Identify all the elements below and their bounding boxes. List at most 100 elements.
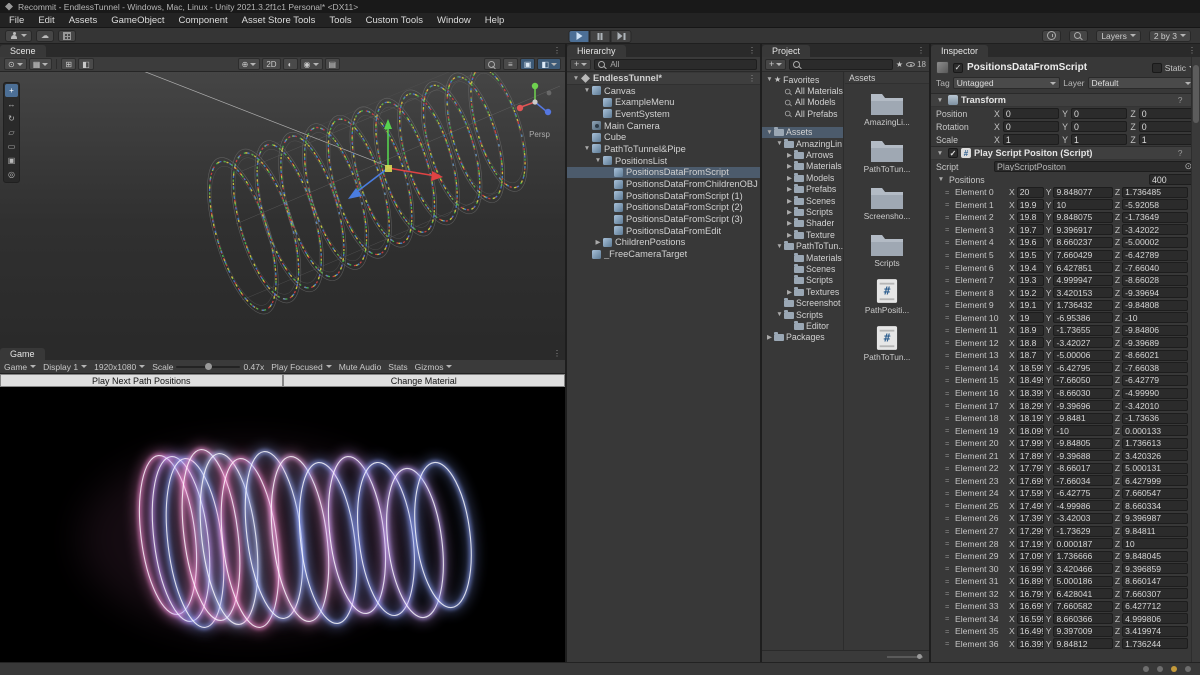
element-y-field[interactable]: 0.000187 <box>1053 538 1112 549</box>
transform-y-field[interactable]: 1 <box>1071 134 1127 145</box>
hierarchy-item[interactable]: ▼Canvas <box>567 85 760 97</box>
element-y-field[interactable]: -10 <box>1053 425 1112 436</box>
project-tree-item[interactable]: ▶Scripts <box>762 206 843 217</box>
element-y-field[interactable]: 9.848075 <box>1053 212 1112 223</box>
project-tree-item[interactable]: Editor <box>762 320 843 331</box>
project-tree-item[interactable]: ▶Packages <box>762 332 843 343</box>
element-x-field[interactable]: 19.9 <box>1017 199 1044 210</box>
drag-handle-icon[interactable]: = <box>945 389 953 398</box>
scene-viewport[interactable]: + ↔ ↻ ▱ ▭ ▣ ◎ Persp <box>0 72 565 347</box>
element-x-field[interactable]: 16.89999 <box>1017 576 1044 587</box>
element-x-field[interactable]: 19.1 <box>1017 300 1044 311</box>
play-focused-dropdown[interactable]: Play Focused <box>271 362 332 372</box>
element-z-field[interactable]: -3.42010 <box>1122 400 1188 411</box>
project-search-input[interactable] <box>789 59 893 70</box>
element-x-field[interactable]: 19.4 <box>1017 262 1044 273</box>
element-y-field[interactable]: 6.427851 <box>1053 262 1112 273</box>
scene-visibility-button[interactable] <box>484 58 501 70</box>
hierarchy-item[interactable]: PositionsDataFromChildrenOBJ <box>567 178 760 190</box>
scrollbar-thumb[interactable] <box>1193 65 1199 123</box>
element-x-field[interactable]: 17.39999 <box>1017 513 1044 524</box>
step-button[interactable] <box>611 30 632 43</box>
hierarchy-item[interactable]: EventSystem <box>567 108 760 120</box>
foldout-arrow-icon[interactable]: ▶ <box>785 208 794 216</box>
drag-handle-icon[interactable]: = <box>945 539 953 548</box>
element-y-field[interactable]: -7.66034 <box>1053 475 1112 486</box>
tab-game[interactable]: Game <box>0 348 45 360</box>
drag-handle-icon[interactable]: = <box>945 213 953 222</box>
project-tree-item[interactable]: All Materials <box>762 85 843 96</box>
hierarchy-item[interactable]: Cube <box>567 131 760 143</box>
element-z-field[interactable]: -6.42789 <box>1122 250 1188 261</box>
foldout-arrow-icon[interactable]: ▼ <box>593 157 603 164</box>
element-x-field[interactable]: 18.09999 <box>1017 425 1044 436</box>
drag-handle-icon[interactable]: = <box>945 363 953 372</box>
drag-handle-icon[interactable]: = <box>945 351 953 360</box>
element-y-field[interactable]: 1.736432 <box>1053 300 1112 311</box>
drag-handle-icon[interactable]: = <box>945 489 953 498</box>
foldout-arrow-icon[interactable]: ▼ <box>775 140 784 147</box>
element-z-field[interactable]: -4.99990 <box>1122 388 1188 399</box>
rotate-tool[interactable]: ↻ <box>5 112 18 125</box>
hierarchy-item[interactable]: ▶ChildrenPostions <box>567 237 760 249</box>
panel-menu-icon[interactable]: ⋮ <box>748 46 756 55</box>
element-y-field[interactable]: -1.73629 <box>1053 526 1112 537</box>
element-z-field[interactable]: 3.419974 <box>1122 626 1188 637</box>
drag-handle-icon[interactable]: = <box>945 225 953 234</box>
gizmos-toggle-button[interactable]: ◧ <box>537 58 561 70</box>
icon-size-knob[interactable] <box>917 654 922 659</box>
positions-foldout-row[interactable]: ▼ Positions 400 <box>931 173 1200 186</box>
resolution-dropdown[interactable]: 1920x1080 <box>94 362 145 372</box>
panel-menu-icon[interactable]: ⋮ <box>917 46 925 55</box>
element-y-field[interactable]: -9.39688 <box>1053 450 1112 461</box>
element-z-field[interactable]: -10 <box>1122 312 1188 323</box>
element-z-field[interactable]: 6.427999 <box>1122 475 1188 486</box>
element-y-field[interactable]: 9.84812 <box>1053 638 1112 649</box>
foldout-arrow-icon[interactable]: ▶ <box>785 151 794 159</box>
object-name-field[interactable]: PositionsDataFromScript <box>967 62 1148 73</box>
stats-button[interactable]: Stats <box>388 362 407 372</box>
tab-project[interactable]: Project <box>762 45 810 57</box>
element-y-field[interactable]: -8.66017 <box>1053 463 1112 474</box>
drag-handle-icon[interactable]: = <box>945 313 953 322</box>
tab-inspector[interactable]: Inspector <box>931 45 988 57</box>
element-z-field[interactable]: -8.66028 <box>1122 275 1188 286</box>
element-y-field[interactable]: 9.396917 <box>1053 224 1112 235</box>
element-x-field[interactable]: 17.89999 <box>1017 450 1044 461</box>
element-y-field[interactable]: -6.95386 <box>1053 312 1112 323</box>
element-x-field[interactable]: 16.69999 <box>1017 601 1044 612</box>
element-z-field[interactable]: 9.84811 <box>1122 526 1188 537</box>
project-tree-item[interactable]: ▼★Favorites <box>762 74 843 85</box>
element-x-field[interactable]: 18.8 <box>1017 337 1044 348</box>
hierarchy-item[interactable]: PositionsDataFromScript (2) <box>567 202 760 214</box>
project-asset-folder[interactable]: AmazingLi... <box>845 90 929 127</box>
drag-handle-icon[interactable]: = <box>945 301 953 310</box>
drag-handle-icon[interactable]: = <box>945 401 953 410</box>
help-icon[interactable]: ? <box>1178 148 1183 159</box>
drag-handle-icon[interactable]: = <box>945 589 953 598</box>
foldout-arrow-icon[interactable]: ▼ <box>935 97 945 104</box>
drag-handle-icon[interactable]: = <box>945 326 953 335</box>
panel-menu-icon[interactable]: ⋮ <box>553 46 561 55</box>
element-y-field[interactable]: 3.420466 <box>1053 563 1112 574</box>
element-x-field[interactable]: 20 <box>1017 187 1044 198</box>
drag-handle-icon[interactable]: = <box>945 376 953 385</box>
transform-z-field[interactable]: 0 <box>1139 108 1195 119</box>
foldout-arrow-icon[interactable]: ▼ <box>936 176 946 183</box>
icon-size-slider[interactable] <box>887 656 923 658</box>
menu-custom-tools[interactable]: Custom Tools <box>359 13 430 27</box>
camera-settings-dropdown[interactable]: ⊕ <box>238 58 261 70</box>
element-y-field[interactable]: 5.000186 <box>1053 576 1112 587</box>
element-z-field[interactable]: 1.736613 <box>1122 438 1188 449</box>
custom-tool[interactable]: ◎ <box>5 168 18 181</box>
tab-hierarchy[interactable]: Hierarchy <box>567 45 626 57</box>
menu-tools[interactable]: Tools <box>322 13 358 27</box>
play-next-path-positions-button[interactable]: Play Next Path Positions <box>0 374 283 387</box>
transform-header[interactable]: ▼ Transform ?⋮ <box>931 93 1200 107</box>
script-object-field[interactable]: PlayScriptPositon⊙ <box>994 161 1195 172</box>
project-tree-item[interactable]: ▶Arrows <box>762 149 843 160</box>
scale-slider[interactable] <box>176 366 240 368</box>
grid-snap-button[interactable]: ⊞ <box>61 58 76 70</box>
element-z-field[interactable]: 9.396859 <box>1122 563 1188 574</box>
element-x-field[interactable]: 18.59999 <box>1017 362 1044 373</box>
